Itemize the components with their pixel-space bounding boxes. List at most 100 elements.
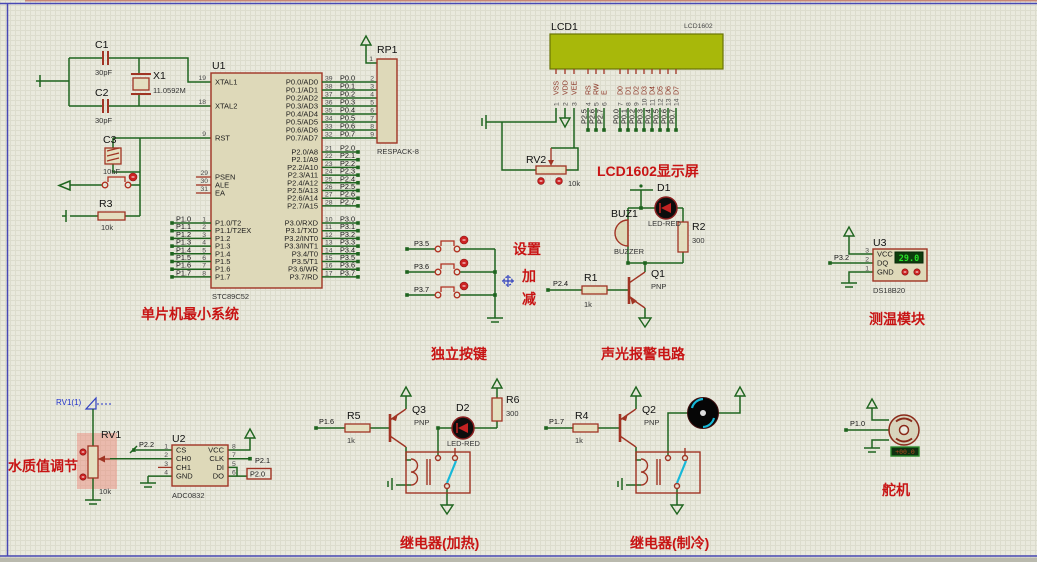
voltage-probe[interactable] xyxy=(86,398,112,409)
potentiometer-rv2[interactable] xyxy=(536,166,566,174)
svg-text:22: 22 xyxy=(325,153,333,160)
servo-display-value: +00.0 xyxy=(895,448,915,456)
push-button-terminal[interactable] xyxy=(454,269,460,275)
module-temp: P3.2 3VCC2DQ1GND 29.0 U3 DS18B20 测温模块 xyxy=(828,227,927,327)
svg-text:DI: DI xyxy=(217,463,225,472)
net-p1-6: P1.6 xyxy=(319,417,334,426)
adc-left-pin: 4GND xyxy=(164,470,193,481)
svg-text:7: 7 xyxy=(232,452,236,459)
heater-caption: 继电器(加热) xyxy=(400,535,479,551)
module-servo: P1.0 +00.0 舵机 xyxy=(844,399,919,498)
module-mcu: C1 30pF C2 30pF X1 11.0592M R3 10k C3 10… xyxy=(36,39,377,322)
svg-text:32: 32 xyxy=(325,132,333,139)
c2-ref: C2 xyxy=(95,87,109,99)
mcu-p0-pins: P0.0/AD039P0.02P0.1/AD138P0.13P0.2/AD237… xyxy=(286,74,377,143)
svg-text:33: 33 xyxy=(325,124,333,131)
r5-ref: R5 xyxy=(347,410,361,422)
c1-val: 30pF xyxy=(95,68,113,77)
svg-text:P0.7/AD7: P0.7/AD7 xyxy=(286,134,318,143)
svg-text:VCC: VCC xyxy=(208,446,224,455)
svg-text:XTAL2: XTAL2 xyxy=(215,102,237,111)
u2-ref: U2 xyxy=(172,433,186,445)
capacitor-c2[interactable] xyxy=(103,99,108,113)
push-button-terminal[interactable] xyxy=(435,246,441,252)
svg-text:36: 36 xyxy=(325,100,333,107)
capacitor-c1[interactable] xyxy=(103,51,108,65)
fan-icon[interactable] xyxy=(688,398,719,429)
lcd-screen[interactable] xyxy=(550,34,723,69)
schematic-svg: C1 30pF C2 30pF X1 11.0592M R3 10k C3 10… xyxy=(0,0,1037,562)
u2-part: ADC0832 xyxy=(172,491,205,500)
svg-text:RST: RST xyxy=(215,134,230,143)
svg-text:P2.7/A15: P2.7/A15 xyxy=(287,201,318,210)
resistor-r6[interactable] xyxy=(492,398,502,421)
svg-text:1: 1 xyxy=(554,102,561,106)
buzzer-buz1[interactable] xyxy=(615,220,628,246)
push-button-terminal[interactable] xyxy=(435,269,441,275)
svg-text:13: 13 xyxy=(666,98,673,106)
svg-text:P3.7: P3.7 xyxy=(340,268,355,277)
svg-text:D2: D2 xyxy=(634,86,641,95)
svg-text:10: 10 xyxy=(325,217,333,224)
rv2-val: 10k xyxy=(568,179,580,188)
svg-text:4: 4 xyxy=(586,102,593,106)
mcu-part: STC89C52 xyxy=(212,292,249,301)
respack-body[interactable] xyxy=(377,59,397,143)
svg-text:8: 8 xyxy=(202,270,206,277)
svg-text:24: 24 xyxy=(325,169,333,176)
capacitor-c3[interactable] xyxy=(105,148,121,164)
svg-text:2: 2 xyxy=(563,102,570,106)
svg-text:4: 4 xyxy=(202,240,206,247)
svg-text:4: 4 xyxy=(370,92,374,99)
resistor-r3[interactable] xyxy=(98,212,125,220)
servo-motor[interactable] xyxy=(889,415,919,445)
svg-text:3: 3 xyxy=(164,461,168,468)
push-button-terminal[interactable] xyxy=(435,292,441,298)
svg-text:7: 7 xyxy=(370,116,374,123)
origin-marker-icon xyxy=(502,275,514,287)
transistor-q2[interactable] xyxy=(620,409,636,447)
svg-text:5: 5 xyxy=(594,102,601,106)
transistor-q1[interactable] xyxy=(629,272,645,308)
q3-val: PNP xyxy=(414,418,429,427)
svg-text:7: 7 xyxy=(202,263,206,270)
ds18b20-pin: 1 GND xyxy=(865,266,894,277)
push-button-cap[interactable] xyxy=(441,264,454,269)
svg-text:XTAL1: XTAL1 xyxy=(215,78,237,87)
svg-text:18: 18 xyxy=(198,99,206,106)
d1-ref: D1 xyxy=(657,182,671,194)
push-button-cap[interactable] xyxy=(441,287,454,292)
svg-text:23: 23 xyxy=(325,161,333,168)
push-button-cap[interactable] xyxy=(441,241,454,246)
r4-ref: R4 xyxy=(575,410,589,422)
svg-text:1: 1 xyxy=(865,266,869,273)
resistor-r1[interactable] xyxy=(582,286,607,294)
svg-text:RW: RW xyxy=(594,83,601,95)
crystal-x1[interactable] xyxy=(131,74,151,94)
svg-text:VEE: VEE xyxy=(572,81,579,95)
svg-text:P0.7: P0.7 xyxy=(340,130,355,139)
net-p2-4: P2.4 xyxy=(553,279,568,288)
r5-val: 1k xyxy=(347,436,355,445)
resistor-r5[interactable] xyxy=(345,424,370,432)
push-button-terminal[interactable] xyxy=(454,292,460,298)
svg-text:28: 28 xyxy=(325,199,333,206)
svg-text:DO: DO xyxy=(213,472,224,481)
svg-text:3: 3 xyxy=(572,102,579,106)
module-lcd: LCD1 LCD1602 LCD1602显示屏 VSS1VDD2VEE3 RS4… xyxy=(482,21,723,188)
resistor-r4[interactable] xyxy=(573,424,598,432)
svg-text:4: 4 xyxy=(164,470,168,477)
svg-text:RS: RS xyxy=(586,85,593,95)
led-d2[interactable] xyxy=(452,417,474,439)
lcd-ctrl-pins: RS4P2.5RW5P2.6E6P2.7 xyxy=(580,69,609,132)
lcd-caption: LCD1602显示屏 xyxy=(597,163,699,179)
led-d1[interactable] xyxy=(655,197,677,219)
buz1-val: BUZZER xyxy=(614,247,645,256)
svg-text:3: 3 xyxy=(370,84,374,91)
svg-text:D4: D4 xyxy=(650,86,657,95)
svg-text:GND: GND xyxy=(877,268,894,277)
transistor-q3[interactable] xyxy=(390,409,406,447)
push-button-terminal[interactable] xyxy=(454,246,460,252)
r6-val: 300 xyxy=(506,409,519,418)
rp1-part: RESPACK-8 xyxy=(377,147,419,156)
